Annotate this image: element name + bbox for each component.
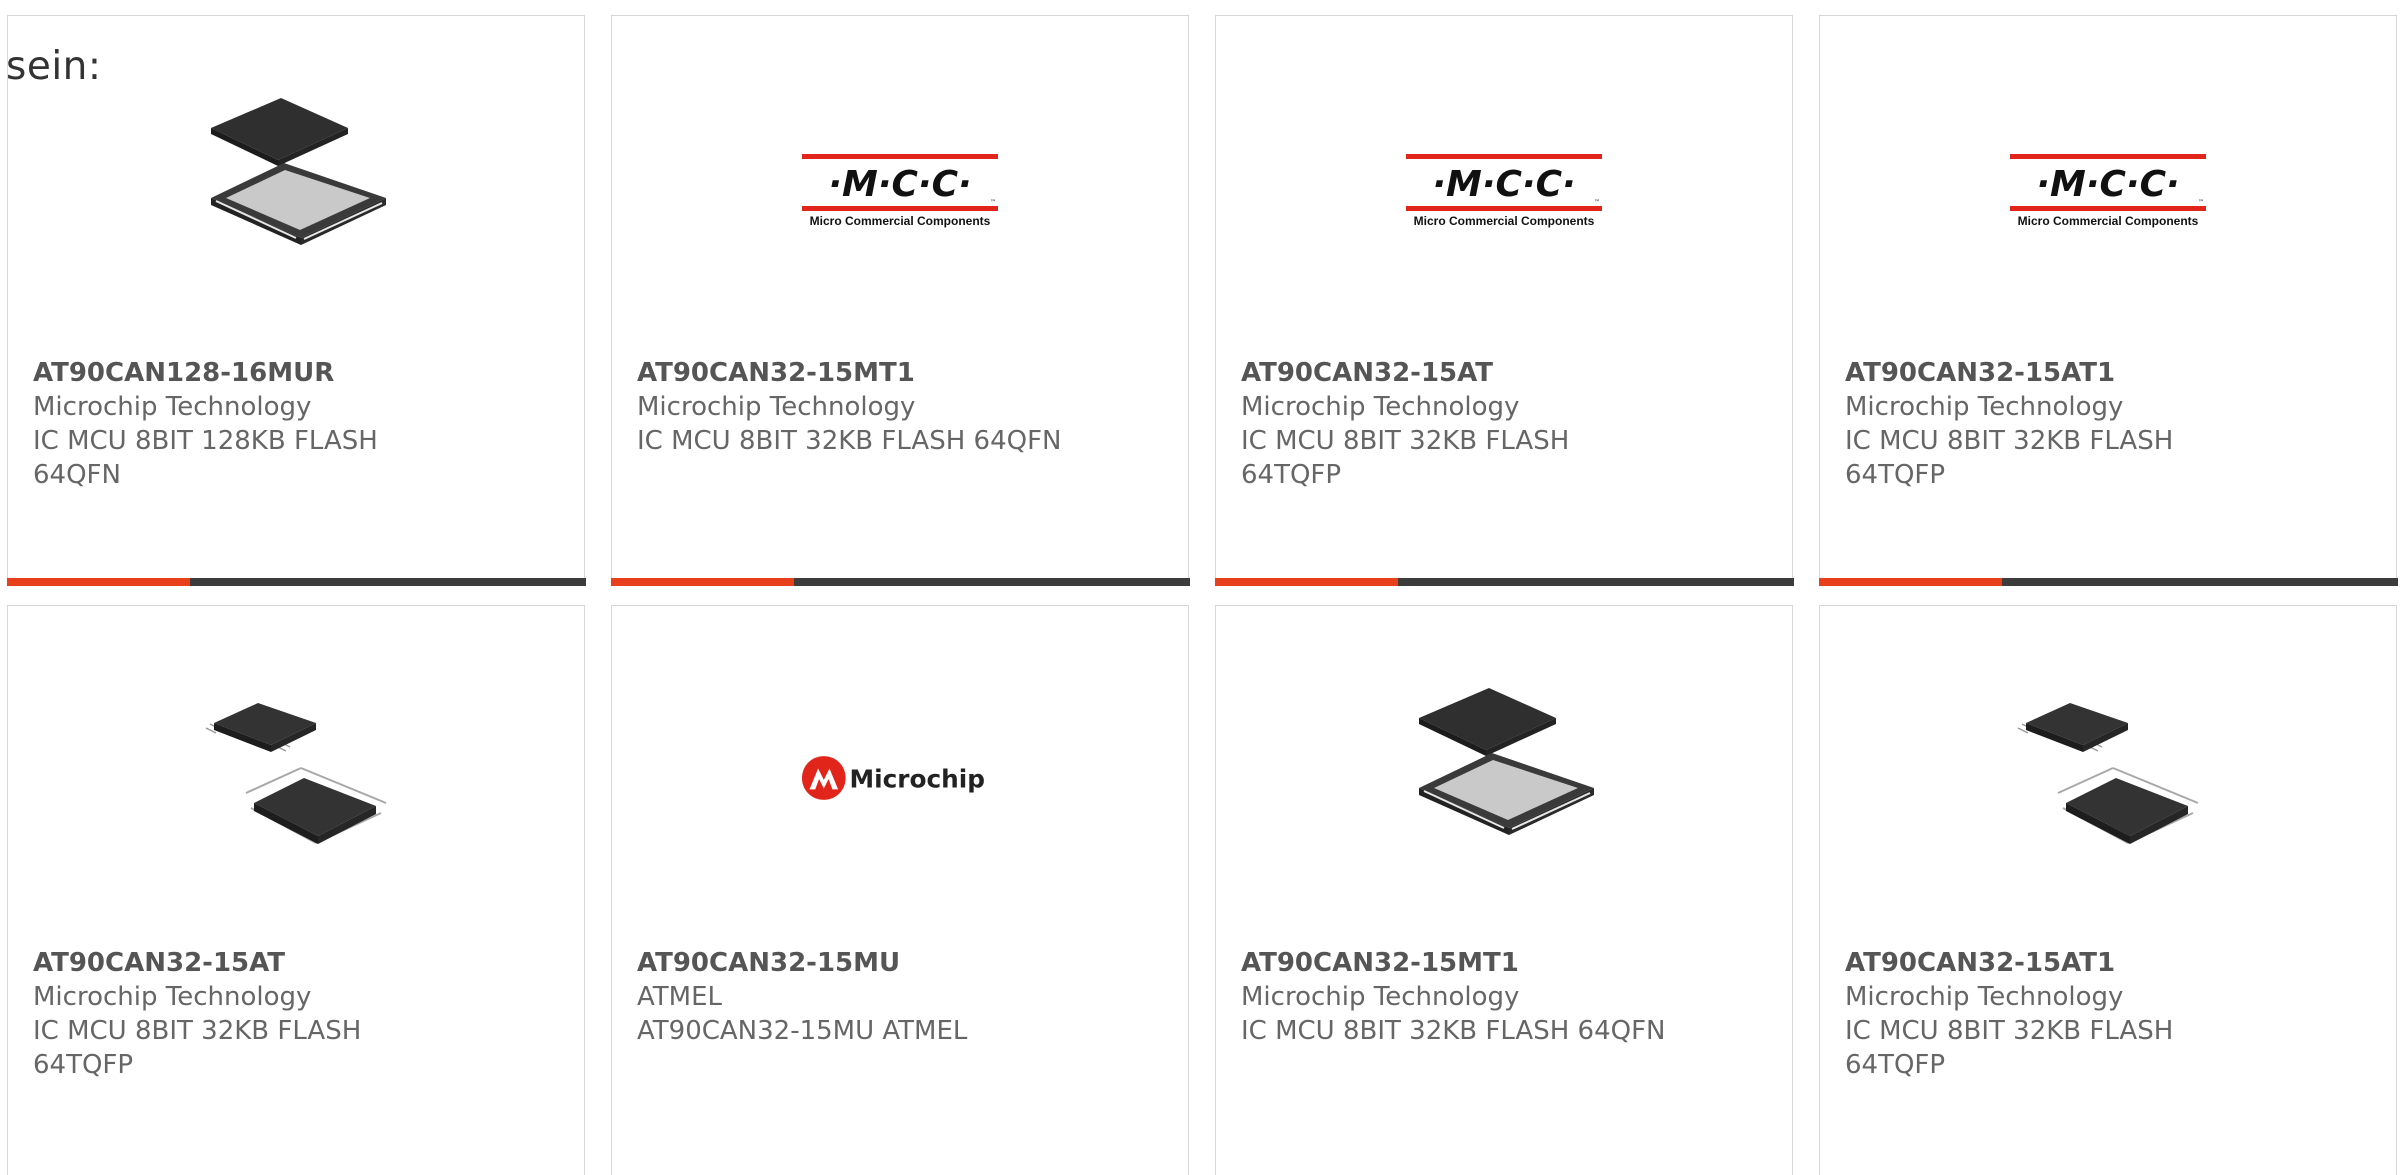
- part-number[interactable]: AT90CAN128-16MUR: [33, 356, 564, 390]
- mcc-logo: ·M·C·C· ™ Micro Commercial Components: [1404, 88, 1604, 288]
- qfn-chip-icon: [1404, 678, 1604, 878]
- product-card[interactable]: ·M·C·C· ™ Micro Commercial Components AT…: [610, 15, 1190, 586]
- description: IC MCU 8BIT 32KB FLASH 64TQFP: [1845, 426, 2174, 490]
- intro-text: sein:: [6, 44, 102, 89]
- microchip-logo: Microchip: [800, 678, 1000, 878]
- product-card[interactable]: AT90CAN32-15AT1 Microchip Technology IC …: [1819, 605, 2397, 1175]
- tqfp-chip-icon: [196, 678, 396, 878]
- part-number[interactable]: AT90CAN32-15MT1: [637, 356, 1168, 390]
- manufacturer: Microchip Technology: [1845, 982, 2124, 1012]
- product-card[interactable]: AT90CAN128-16MUR Microchip Technology IC…: [6, 15, 586, 586]
- mcc-logo-text: ·M·C·C·: [1432, 164, 1575, 205]
- mcc-logo-subtitle: Micro Commercial Components: [2018, 214, 2199, 228]
- manufacturer: Microchip Technology: [33, 982, 312, 1012]
- card-accent-bar: [610, 577, 794, 586]
- part-number[interactable]: AT90CAN32-15AT1: [1845, 356, 2376, 390]
- part-number[interactable]: AT90CAN32-15AT: [33, 946, 564, 980]
- card-bottom-bar: [1214, 577, 1794, 586]
- product-card[interactable]: ·M·C·C· ™ Micro Commercial Components AT…: [1818, 15, 2398, 586]
- microchip-logo-text: Microchip: [850, 765, 986, 794]
- mcc-logo: ·M·C·C· ™ Micro Commercial Components: [2008, 88, 2208, 288]
- mcc-logo-subtitle: Micro Commercial Components: [1414, 214, 1595, 228]
- part-number[interactable]: AT90CAN32-15AT1: [1845, 946, 2376, 980]
- card-bottom-bar: [6, 577, 586, 586]
- trademark-text: ™: [990, 199, 996, 206]
- tqfp-chip-icon: [2008, 678, 2208, 878]
- card-accent-bar: [6, 577, 190, 586]
- description: IC MCU 8BIT 32KB FLASH 64TQFP: [1241, 426, 1570, 490]
- part-number[interactable]: AT90CAN32-15MU: [637, 946, 1168, 980]
- part-number[interactable]: AT90CAN32-15MT1: [1241, 946, 1772, 980]
- manufacturer: Microchip Technology: [1241, 982, 1520, 1012]
- product-card[interactable]: Microchip AT90CAN32-15MU ATMEL AT90CAN32…: [611, 605, 1189, 1175]
- manufacturer: ATMEL: [637, 982, 722, 1012]
- description: AT90CAN32-15MU ATMEL: [637, 1016, 968, 1046]
- card-accent-bar: [1214, 577, 1398, 586]
- trademark-text: ™: [1594, 199, 1600, 206]
- product-card[interactable]: ·M·C·C· ™ Micro Commercial Components AT…: [1214, 15, 1794, 586]
- manufacturer: Microchip Technology: [637, 392, 916, 422]
- mcc-logo-text: ·M·C·C·: [828, 164, 971, 205]
- manufacturer: Microchip Technology: [1845, 392, 2124, 422]
- manufacturer: Microchip Technology: [33, 392, 312, 422]
- description: IC MCU 8BIT 32KB FLASH 64QFN: [637, 426, 1062, 456]
- product-card[interactable]: AT90CAN32-15MT1 Microchip Technology IC …: [1215, 605, 1793, 1175]
- description: IC MCU 8BIT 128KB FLASH 64QFN: [33, 426, 378, 490]
- mcc-logo-subtitle: Micro Commercial Components: [810, 214, 991, 228]
- product-card[interactable]: AT90CAN32-15AT Microchip Technology IC M…: [7, 605, 585, 1175]
- description: IC MCU 8BIT 32KB FLASH 64QFN: [1241, 1016, 1666, 1046]
- description: IC MCU 8BIT 32KB FLASH 64TQFP: [1845, 1016, 2174, 1080]
- manufacturer: Microchip Technology: [1241, 392, 1520, 422]
- trademark-text: ™: [2198, 199, 2204, 206]
- card-bottom-bar: [1818, 577, 2398, 586]
- part-number[interactable]: AT90CAN32-15AT: [1241, 356, 1772, 390]
- card-bottom-bar: [610, 577, 1190, 586]
- mcc-logo: ·M·C·C· ™ Micro Commercial Components: [800, 88, 1000, 288]
- description: IC MCU 8BIT 32KB FLASH 64TQFP: [33, 1016, 362, 1080]
- card-accent-bar: [1818, 577, 2002, 586]
- mcc-logo-text: ·M·C·C·: [2036, 164, 2179, 205]
- qfn-chip-icon: [196, 88, 396, 288]
